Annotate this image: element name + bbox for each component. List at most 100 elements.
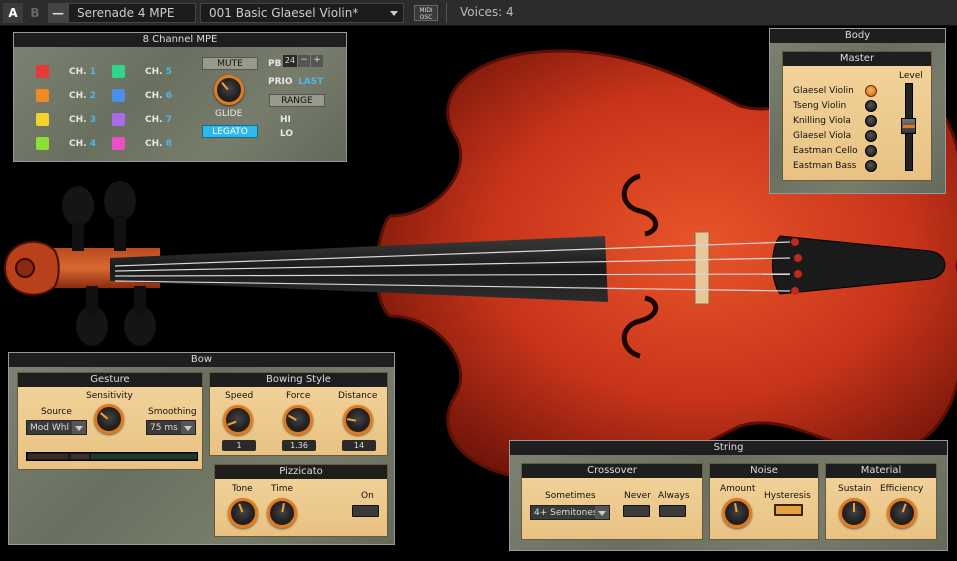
smoothing-dropdown[interactable]: 75 ms [146, 420, 196, 435]
string-title: String [510, 441, 947, 455]
channel-3-label: CH. 3 [69, 115, 96, 125]
glide-label: GLIDE [215, 109, 243, 119]
source-dropdown[interactable]: Mod Whl [26, 420, 87, 435]
collapse-button[interactable]: — [48, 3, 68, 23]
channel-1-label: CH. 1 [69, 67, 96, 77]
channel-5-label: CH. 5 [145, 67, 172, 77]
time-label: Time [271, 484, 294, 494]
distance-value[interactable]: 14 [342, 440, 376, 451]
speed-label: Speed [225, 391, 254, 401]
hysteresis-label: Hysteresis [764, 491, 811, 501]
channel-6-label: CH. 6 [145, 91, 172, 101]
level-label: Level [899, 71, 923, 81]
bowing-style-title: Bowing Style [210, 373, 387, 387]
body-radio-3[interactable] [865, 130, 877, 142]
ch-prefix: CH. [69, 139, 87, 149]
level-slider-handle[interactable] [901, 118, 916, 134]
never-label: Never [624, 491, 651, 501]
voices-count: Voices: 4 [460, 5, 514, 19]
bow-title: Bow [9, 353, 394, 367]
body-radio-0[interactable] [865, 85, 877, 97]
divider [446, 3, 447, 23]
body-title: Body [770, 29, 945, 43]
smoothing-label: Smoothing [148, 407, 197, 417]
channel-3-swatch [36, 113, 49, 126]
pizz-on-toggle[interactable] [352, 505, 379, 517]
glide-knob[interactable] [214, 75, 244, 105]
material-title: Material [826, 464, 936, 478]
ch-number: 6 [165, 91, 172, 101]
pizzicato-section: Pizzicato Tone Time On [214, 464, 388, 537]
slot-a-button[interactable]: A [3, 3, 23, 23]
body-option-tseng-violin[interactable]: Tseng Violin [793, 101, 846, 111]
force-knob[interactable] [283, 405, 313, 435]
sustain-knob[interactable] [839, 498, 869, 528]
amount-knob[interactable] [722, 498, 752, 528]
body-option-eastman-cello[interactable]: Eastman Cello [793, 146, 858, 156]
force-value[interactable]: 1.36 [282, 440, 316, 451]
gesture-meter [26, 452, 198, 461]
gesture-section: Gesture Sensitivity Source Mod Whl Smoot… [17, 372, 203, 470]
semitones-dropdown[interactable]: 4+ Semitones [530, 505, 610, 520]
slot-b-button[interactable]: B [25, 3, 45, 23]
semitones-value: 4+ Semitones [534, 508, 598, 518]
prio-value[interactable]: LAST [298, 77, 323, 87]
midi-osc-button[interactable]: MIDI OSC [414, 5, 438, 21]
speed-value[interactable]: 1 [222, 440, 256, 451]
midi-label: MIDI [419, 7, 433, 14]
channel-4-swatch [36, 137, 49, 150]
knob-indicator [281, 502, 285, 513]
source-value: Mod Whl [30, 423, 69, 433]
master-section: Master Level Glaesel Violin Tseng Violin… [782, 51, 932, 181]
chevron-down-icon [181, 421, 195, 434]
ch-number: 7 [165, 115, 172, 125]
range-button[interactable]: RANGE [269, 94, 325, 107]
instrument-name: Serenade 4 MPE [68, 3, 196, 23]
pb-decrease-button[interactable]: − [298, 55, 310, 67]
preset-name: 001 Basic Glaesel Violin* [209, 6, 359, 20]
efficiency-label: Efficiency [880, 484, 924, 494]
knob-indicator [853, 503, 855, 512]
tone-label: Tone [232, 484, 253, 494]
body-radio-1[interactable] [865, 100, 877, 112]
sensitivity-label: Sensitivity [86, 391, 133, 401]
legato-button[interactable]: LEGATO [202, 125, 258, 138]
body-option-knilling-viola[interactable]: Knilling Viola [793, 116, 851, 126]
distance-knob[interactable] [343, 405, 373, 435]
range-lo-label: LO [280, 129, 294, 139]
mute-button[interactable]: MUTE [202, 57, 258, 70]
body-option-glaesel-violin[interactable]: Glaesel Violin [793, 86, 854, 96]
chevron-down-icon [390, 11, 398, 16]
body-option-eastman-bass[interactable]: Eastman Bass [793, 161, 856, 171]
speed-knob[interactable] [223, 405, 253, 435]
crossover-title: Crossover [522, 464, 702, 478]
ch-prefix: CH. [69, 115, 87, 125]
pb-increase-button[interactable]: + [311, 55, 323, 67]
smoothing-value: 75 ms [150, 423, 178, 433]
knob-indicator [734, 502, 738, 513]
ch-prefix: CH. [145, 139, 163, 149]
tone-knob[interactable] [228, 498, 258, 528]
always-button[interactable] [659, 505, 686, 517]
channel-2-label: CH. 2 [69, 91, 96, 101]
ch-prefix: CH. [69, 67, 87, 77]
body-radio-4[interactable] [865, 145, 877, 157]
preset-selector[interactable]: 001 Basic Glaesel Violin* [200, 3, 404, 23]
ch-number: 3 [89, 115, 96, 125]
efficiency-knob[interactable] [887, 498, 917, 528]
time-knob[interactable] [267, 498, 297, 528]
hysteresis-toggle[interactable] [774, 504, 803, 516]
pb-value[interactable]: 24 [283, 55, 297, 67]
chevron-down-icon [72, 421, 86, 434]
body-radio-5[interactable] [865, 160, 877, 172]
top-bar: A B — Serenade 4 MPE 001 Basic Glaesel V… [0, 0, 957, 26]
sometimes-label: Sometimes [545, 491, 596, 501]
body-option-glaesel-viola[interactable]: Glaesel Viola [793, 131, 851, 141]
amount-label: Amount [720, 484, 756, 494]
prio-label: PRIO [268, 77, 293, 87]
mpe-title: 8 Channel MPE [14, 33, 346, 47]
body-radio-2[interactable] [865, 115, 877, 127]
knob-indicator [287, 414, 297, 421]
sensitivity-knob[interactable] [94, 404, 124, 434]
never-button[interactable] [623, 505, 650, 517]
